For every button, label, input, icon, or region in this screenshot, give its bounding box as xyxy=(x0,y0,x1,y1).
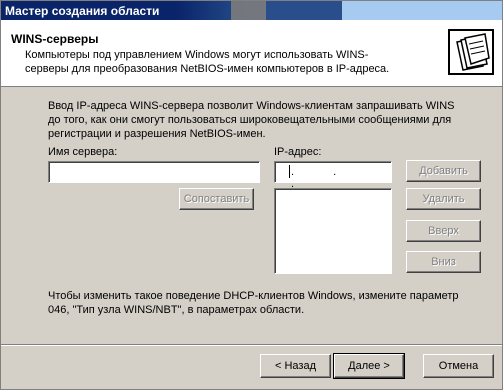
intro-text: Ввод IP-адреса WINS-сервера позволит Win… xyxy=(48,100,455,140)
wizard-header: WINS-серверы Компьютеры под управлением … xyxy=(1,20,502,87)
ip-address-label: IP-адрес: xyxy=(274,146,322,158)
back-button[interactable]: < Назад xyxy=(260,354,331,378)
resolve-button[interactable]: Сопоставить xyxy=(179,188,254,210)
ip-address-value: . . . xyxy=(291,166,355,190)
ip-address-list[interactable] xyxy=(274,188,392,274)
footer-note: Чтобы изменить такое поведение DHCP-клие… xyxy=(48,290,459,316)
server-name-label: Имя сервера: xyxy=(48,146,118,158)
next-button[interactable]: Далее > xyxy=(333,353,405,379)
title-bar[interactable]: Мастер создания области xyxy=(1,1,502,20)
folder-stack-icon xyxy=(447,28,495,76)
text-caret xyxy=(289,165,290,178)
window-title: Мастер создания области xyxy=(5,4,160,18)
separator xyxy=(1,344,502,346)
move-down-button[interactable]: Вниз xyxy=(406,251,481,273)
add-button[interactable]: Добавить xyxy=(406,160,481,182)
ip-address-field[interactable]: . . . xyxy=(274,161,392,190)
header-title: WINS-серверы xyxy=(11,32,99,46)
cancel-button[interactable]: Отмена xyxy=(423,354,494,378)
server-name-field[interactable] xyxy=(48,161,260,183)
server-name-input[interactable] xyxy=(49,162,259,182)
header-subtitle: Компьютеры под управлением Windows могут… xyxy=(25,49,390,75)
wizard-window: Мастер создания области WINS-серверы Ком… xyxy=(0,0,503,390)
move-up-button[interactable]: Вверх xyxy=(406,220,481,242)
remove-button[interactable]: Удалить xyxy=(406,188,481,210)
